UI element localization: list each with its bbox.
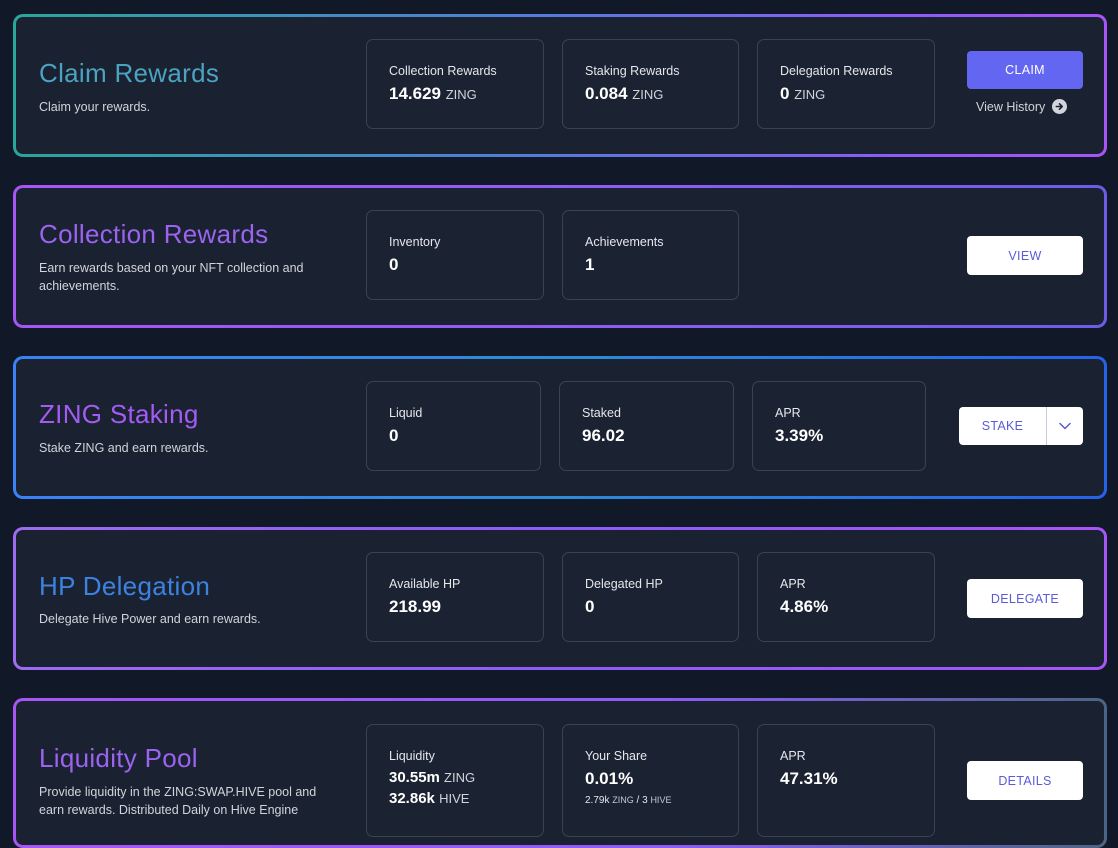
liquidity-stat: Liquidity 30.55m ZING 32.86k HIVE — [366, 724, 544, 837]
collection-rewards-description: Earn rewards based on your NFT collectio… — [39, 261, 304, 293]
stat-label: APR — [780, 577, 806, 591]
staked-stat: Staked 96.02 — [559, 381, 734, 471]
delegation-apr-stat: APR 4.86% — [757, 552, 935, 642]
liquid-stat: Liquid 0 — [366, 381, 541, 471]
hp-delegation-card: HP Delegation Delegate Hive Power and ea… — [13, 527, 1107, 670]
stat-label: Delegated HP — [585, 577, 663, 591]
stat-label: Staked — [582, 406, 621, 420]
stat-value: 1 — [585, 255, 595, 274]
stat-label: Collection Rewards — [389, 64, 497, 78]
stat-label: Liquidity — [389, 749, 435, 763]
stat-label: APR — [780, 749, 806, 763]
collection-rewards-card: Collection Rewards Earn rewards based on… — [13, 185, 1107, 328]
liquidity-pool-description: Provide liquidity in the ZING:SWAP.HIVE … — [39, 785, 317, 817]
view-history-link[interactable]: View History — [976, 99, 1068, 114]
achievements-stat: Achievements 1 — [562, 210, 739, 300]
stat-value: 0 — [389, 426, 399, 445]
view-history-label: View History — [976, 99, 1046, 114]
stake-dropdown-toggle[interactable] — [1047, 407, 1083, 445]
view-button[interactable]: VIEW — [967, 236, 1083, 275]
zing-staking-description: Stake ZING and earn rewards. — [39, 441, 209, 455]
stat-value: 96.02 — [582, 426, 625, 445]
zing-staking-title: ZING Staking — [39, 399, 199, 429]
stat-label: Available HP — [389, 577, 461, 591]
stat-value: 0 — [585, 597, 595, 616]
delegate-button[interactable]: DELEGATE — [967, 579, 1083, 618]
collection-rewards-stat: Collection Rewards 14.629 ZING — [366, 39, 544, 129]
collection-rewards-title: Collection Rewards — [39, 219, 269, 249]
stat-value: 0 ZING — [780, 84, 826, 103]
stat-label: Achievements — [585, 235, 664, 249]
stat-label: APR — [775, 406, 801, 420]
share-breakdown: 2.79k ZING / 3 HIVE — [585, 795, 672, 806]
stat-label: Delegation Rewards — [780, 64, 893, 78]
pool-apr-stat: APR 47.31% — [757, 724, 935, 837]
stat-value: 4.86% — [780, 597, 829, 616]
zing-staking-panel: ZING Staking Stake ZING and earn rewards… — [16, 359, 1104, 496]
stake-split-button: STAKE — [959, 407, 1083, 445]
stat-value: 47.31% — [780, 769, 838, 788]
hp-delegation-title: HP Delegation — [39, 571, 211, 601]
liquidity-hive-value: 32.86k HIVE — [389, 790, 470, 807]
hp-delegation-description: Delegate Hive Power and earn rewards. — [39, 612, 261, 626]
stat-value: 3.39% — [775, 426, 824, 445]
claim-rewards-title: Claim Rewards — [39, 58, 220, 88]
claim-button[interactable]: CLAIM — [967, 51, 1083, 89]
details-button[interactable]: DETAILS — [967, 761, 1083, 800]
collection-rewards-panel: Collection Rewards Earn rewards based on… — [16, 188, 1104, 325]
stat-label: Liquid — [389, 406, 423, 420]
stat-value: 0.01% — [585, 769, 634, 788]
stat-value: 14.629 ZING — [389, 84, 477, 103]
your-share-stat: Your Share 0.01% 2.79k ZING / 3 HIVE — [562, 724, 739, 837]
stat-label: Inventory — [389, 235, 441, 249]
stat-value: 218.99 — [389, 597, 441, 616]
staking-rewards-stat: Staking Rewards 0.084 ZING — [562, 39, 739, 129]
claim-rewards-panel: Claim Rewards Claim your rewards. Collec… — [16, 17, 1104, 154]
stake-button[interactable]: STAKE — [959, 407, 1047, 445]
zing-staking-card: ZING Staking Stake ZING and earn rewards… — [13, 356, 1107, 499]
inventory-stat: Inventory 0 — [366, 210, 544, 300]
stat-label: Staking Rewards — [585, 64, 680, 78]
claim-rewards-card: Claim Rewards Claim your rewards. Collec… — [13, 14, 1107, 157]
liquidity-pool-panel: Liquidity Pool Provide liquidity in the … — [16, 701, 1104, 845]
delegation-rewards-stat: Delegation Rewards 0 ZING — [757, 39, 935, 129]
staking-apr-stat: APR 3.39% — [752, 381, 926, 471]
liquidity-zing-value: 30.55m ZING — [389, 769, 476, 786]
arrow-circle-right-icon — [1052, 99, 1068, 114]
delegated-hp-stat: Delegated HP 0 — [562, 552, 739, 642]
chevron-down-icon — [1059, 417, 1071, 435]
available-hp-stat: Available HP 218.99 — [366, 552, 544, 642]
liquidity-pool-card: Liquidity Pool Provide liquidity in the … — [13, 698, 1107, 848]
stat-value: 0.084 ZING — [585, 84, 664, 103]
hp-delegation-panel: HP Delegation Delegate Hive Power and ea… — [16, 530, 1104, 667]
stat-value: 0 — [389, 255, 399, 274]
liquidity-pool-title: Liquidity Pool — [39, 743, 198, 773]
stat-label: Your Share — [585, 749, 648, 763]
claim-rewards-description: Claim your rewards. — [39, 100, 151, 114]
